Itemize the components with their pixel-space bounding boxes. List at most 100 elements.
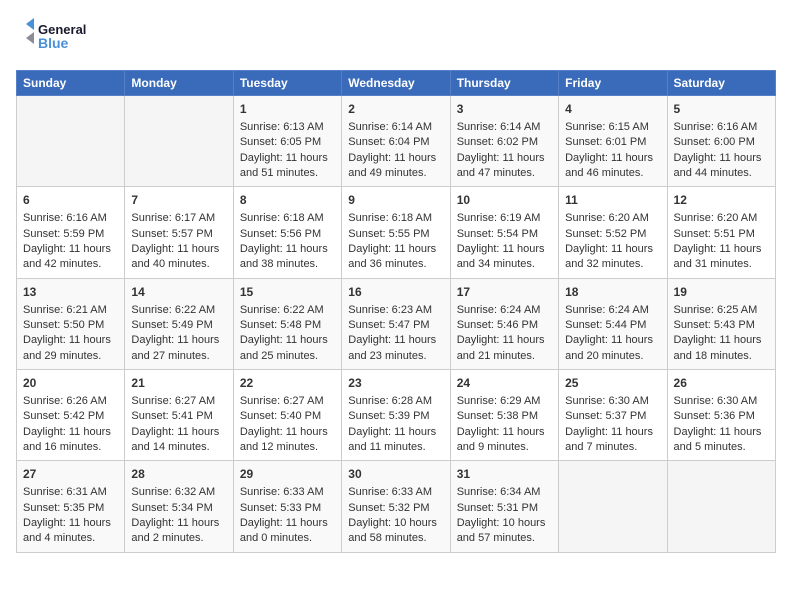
day-number: 28 — [131, 466, 226, 483]
cell-content-line: Sunrise: 6:24 AM — [565, 303, 660, 318]
cell-content-line: Sunrise: 6:32 AM — [131, 485, 226, 500]
day-number: 13 — [23, 284, 118, 301]
cell-content-line: Sunset: 5:57 PM — [131, 227, 226, 242]
cell-content-line: Sunrise: 6:33 AM — [240, 485, 335, 500]
calendar-cell: 18 Sunrise: 6:24 AMSunset: 5:44 PMDayligh… — [559, 278, 667, 369]
cell-content-line: Daylight: 11 hours and 46 minutes. — [565, 151, 660, 182]
cell-content-line: Sunrise: 6:23 AM — [348, 303, 443, 318]
calendar-cell: 19Sunrise: 6:25 AMSunset: 5:43 PMDayligh… — [667, 278, 775, 369]
calendar-cell: 7Sunrise: 6:17 AMSunset: 5:57 PMDaylight… — [125, 187, 233, 278]
day-number: 18 — [565, 284, 660, 301]
calendar-cell: 30 Sunrise: 6:33 AMSunset: 5:32 PMDayligh… — [342, 461, 450, 552]
cell-content-line: Daylight: 11 hours and 11 minutes. — [348, 425, 443, 456]
cell-content-line: Daylight: 11 hours and 0 minutes. — [240, 516, 335, 547]
cell-content-line: Daylight: 11 hours and 27 minutes. — [131, 333, 226, 364]
calendar-body: 1Sunrise: 6:13 AMSunset: 6:05 PMDaylight… — [17, 96, 776, 553]
calendar-cell: 4Sunrise: 6:15 AMSunset: 6:01 PMDaylight… — [559, 96, 667, 187]
calendar-cell: 2Sunrise: 6:14 AMSunset: 6:04 PMDaylight… — [342, 96, 450, 187]
calendar-week-1: 1Sunrise: 6:13 AMSunset: 6:05 PMDaylight… — [17, 96, 776, 187]
day-number: 11 — [565, 192, 660, 209]
cell-content-line: Daylight: 11 hours and 51 minutes. — [240, 151, 335, 182]
day-number: 15 — [240, 284, 335, 301]
day-number: 24 — [457, 375, 552, 392]
cell-content-line: Daylight: 11 hours and 7 minutes. — [565, 425, 660, 456]
cell-content-line: Sunrise: 6:28 AM — [348, 394, 443, 409]
cell-content-line: Sunset: 5:49 PM — [131, 318, 226, 333]
cell-content-line: Sunset: 5:31 PM — [457, 501, 552, 516]
day-number: 16 — [348, 284, 443, 301]
cell-content-line: Daylight: 11 hours and 29 minutes. — [23, 333, 118, 364]
cell-content-line: Daylight: 11 hours and 44 minutes. — [674, 151, 769, 182]
day-number: 10 — [457, 192, 552, 209]
cell-content-line: Daylight: 11 hours and 20 minutes. — [565, 333, 660, 364]
cell-content-line: Sunset: 5:44 PM — [565, 318, 660, 333]
cell-content-line: Daylight: 11 hours and 32 minutes. — [565, 242, 660, 273]
cell-content-line: Sunset: 5:52 PM — [565, 227, 660, 242]
calendar-cell: 22Sunrise: 6:27 AMSunset: 5:40 PMDayligh… — [233, 370, 341, 461]
day-number: 1 — [240, 101, 335, 118]
cell-content-line: Sunrise: 6:30 AM — [674, 394, 769, 409]
calendar-cell: 31Sunrise: 6:34 AMSunset: 5:31 PMDayligh… — [450, 461, 558, 552]
cell-content-line: Sunset: 5:32 PM — [348, 501, 443, 516]
day-number: 26 — [674, 375, 769, 392]
cell-content-line: Sunrise: 6:33 AM — [348, 485, 443, 500]
calendar-cell: 24Sunrise: 6:29 AMSunset: 5:38 PMDayligh… — [450, 370, 558, 461]
page-header: General Blue — [16, 16, 776, 58]
cell-content-line: Sunset: 5:41 PM — [131, 409, 226, 424]
cell-content-line: Sunset: 5:36 PM — [674, 409, 769, 424]
cell-content-line: Daylight: 11 hours and 18 minutes. — [674, 333, 769, 364]
cell-content-line: Sunset: 5:40 PM — [240, 409, 335, 424]
cell-content-line: Sunrise: 6:24 AM — [457, 303, 552, 318]
calendar-table: SundayMondayTuesdayWednesdayThursdayFrid… — [16, 70, 776, 553]
weekday-header-tuesday: Tuesday — [233, 71, 341, 96]
cell-content-line: Sunrise: 6:16 AM — [674, 120, 769, 135]
cell-content-line: Daylight: 11 hours and 38 minutes. — [240, 242, 335, 273]
calendar-cell — [17, 96, 125, 187]
cell-content-line: Daylight: 11 hours and 21 minutes. — [457, 333, 552, 364]
day-number: 25 — [565, 375, 660, 392]
calendar-cell — [559, 461, 667, 552]
cell-content-line: Daylight: 11 hours and 25 minutes. — [240, 333, 335, 364]
cell-content-line: Sunrise: 6:16 AM — [23, 211, 118, 226]
calendar-cell: 5Sunrise: 6:16 AMSunset: 6:00 PMDaylight… — [667, 96, 775, 187]
day-number: 14 — [131, 284, 226, 301]
calendar-cell: 6Sunrise: 6:16 AMSunset: 5:59 PMDaylight… — [17, 187, 125, 278]
logo: General Blue — [16, 16, 116, 58]
cell-content-line: Daylight: 10 hours and 58 minutes. — [348, 516, 443, 547]
cell-content-line: Sunset: 6:04 PM — [348, 135, 443, 150]
cell-content-line: Sunrise: 6:14 AM — [457, 120, 552, 135]
cell-content-line: Sunset: 6:05 PM — [240, 135, 335, 150]
calendar-cell: 10Sunrise: 6:19 AMSunset: 5:54 PMDayligh… — [450, 187, 558, 278]
calendar-cell: 25Sunrise: 6:30 AMSunset: 5:37 PMDayligh… — [559, 370, 667, 461]
cell-content-line: Sunrise: 6:20 AM — [674, 211, 769, 226]
cell-content-line: Daylight: 11 hours and 42 minutes. — [23, 242, 118, 273]
cell-content-line: Sunset: 5:35 PM — [23, 501, 118, 516]
day-number: 17 — [457, 284, 552, 301]
calendar-week-2: 6Sunrise: 6:16 AMSunset: 5:59 PMDaylight… — [17, 187, 776, 278]
calendar-cell: 21Sunrise: 6:27 AMSunset: 5:41 PMDayligh… — [125, 370, 233, 461]
cell-content-line: Daylight: 11 hours and 34 minutes. — [457, 242, 552, 273]
calendar-cell: 29Sunrise: 6:33 AMSunset: 5:33 PMDayligh… — [233, 461, 341, 552]
weekday-header-row: SundayMondayTuesdayWednesdayThursdayFrid… — [17, 71, 776, 96]
cell-content-line: Daylight: 11 hours and 9 minutes. — [457, 425, 552, 456]
calendar-cell: 17Sunrise: 6:24 AMSunset: 5:46 PMDayligh… — [450, 278, 558, 369]
day-number: 29 — [240, 466, 335, 483]
cell-content-line: Daylight: 11 hours and 36 minutes. — [348, 242, 443, 273]
cell-content-line: Sunrise: 6:26 AM — [23, 394, 118, 409]
day-number: 22 — [240, 375, 335, 392]
cell-content-line: Sunset: 5:50 PM — [23, 318, 118, 333]
cell-content-line: Sunrise: 6:13 AM — [240, 120, 335, 135]
weekday-header-thursday: Thursday — [450, 71, 558, 96]
cell-content-line: Sunrise: 6:25 AM — [674, 303, 769, 318]
calendar-cell: 26Sunrise: 6:30 AMSunset: 5:36 PMDayligh… — [667, 370, 775, 461]
day-number: 30 — [348, 466, 443, 483]
cell-content-line: Sunrise: 6:18 AM — [240, 211, 335, 226]
cell-content-line: Sunrise: 6:22 AM — [131, 303, 226, 318]
day-number: 4 — [565, 101, 660, 118]
cell-content-line: Sunrise: 6:15 AM — [565, 120, 660, 135]
day-number: 2 — [348, 101, 443, 118]
calendar-cell: 16Sunrise: 6:23 AMSunset: 5:47 PMDayligh… — [342, 278, 450, 369]
cell-content-line: Daylight: 11 hours and 40 minutes. — [131, 242, 226, 273]
cell-content-line: Sunset: 5:51 PM — [674, 227, 769, 242]
calendar-cell: 14 Sunrise: 6:22 AMSunset: 5:49 PMDayligh… — [125, 278, 233, 369]
